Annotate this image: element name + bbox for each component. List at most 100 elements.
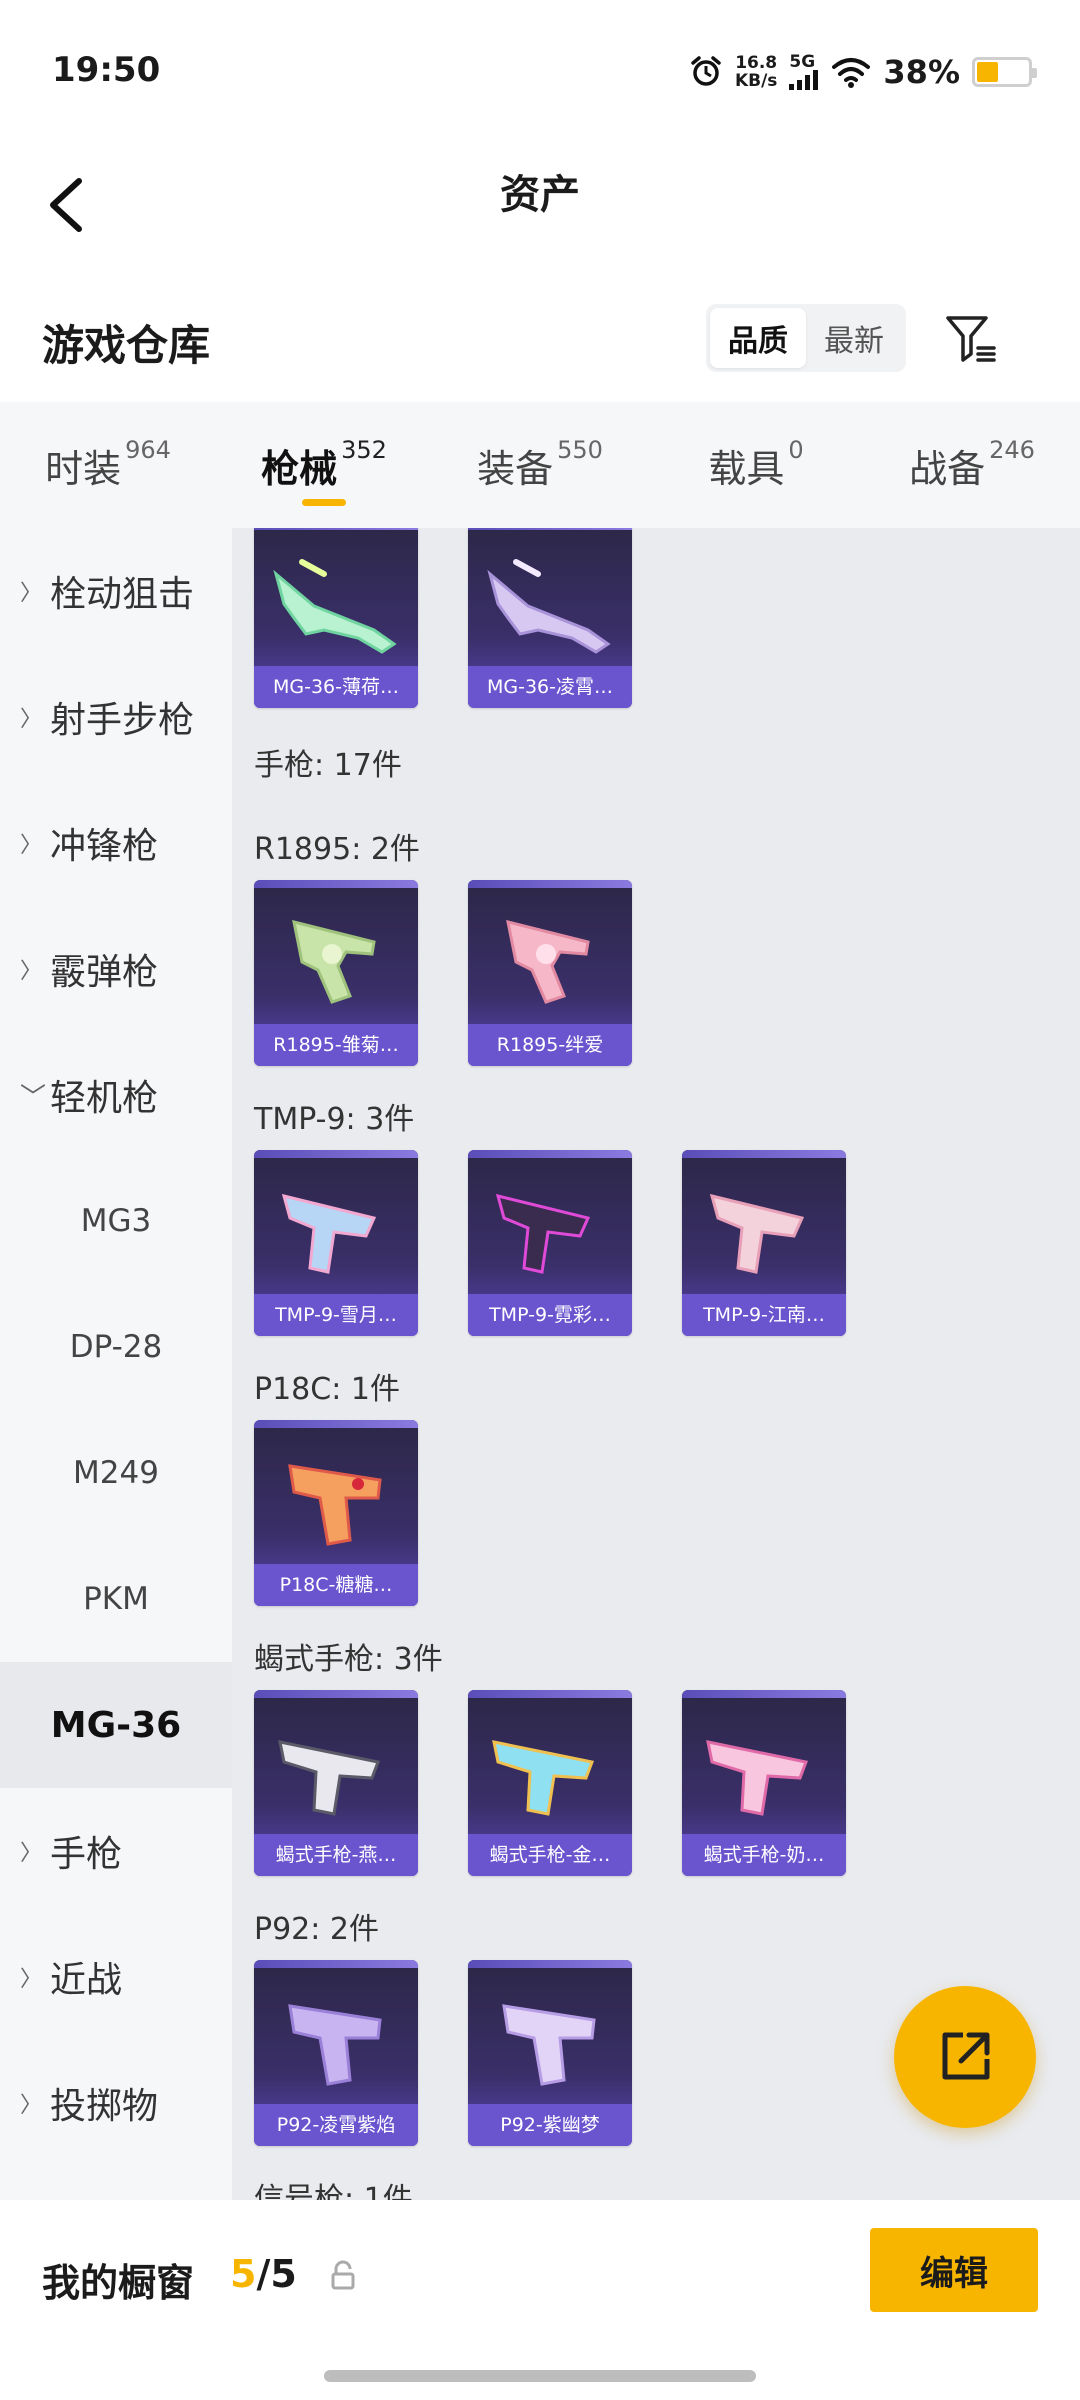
revolver-skin-image bbox=[292, 919, 376, 1004]
sidebar-item-bolt-action-sniper[interactable]: 〉 栓动狙击 bbox=[0, 528, 232, 654]
item-name: P92-凌霄紫焰 bbox=[254, 2104, 418, 2146]
sidebar-item-label: 投掷物 bbox=[50, 2086, 159, 2127]
chevron-right-icon: 〉 bbox=[20, 959, 43, 984]
tab-label: 载具 bbox=[708, 447, 785, 491]
chevron-right-icon: 〉 bbox=[20, 833, 43, 858]
item-card[interactable]: P92-凌霄紫焰 bbox=[254, 1960, 418, 2146]
tab-count: 964 bbox=[125, 436, 171, 464]
share-button[interactable] bbox=[894, 1986, 1036, 2128]
filter-button[interactable] bbox=[942, 310, 1000, 368]
sort-toggle: 品质 最新 bbox=[706, 304, 906, 372]
group-title: 信号枪: 1件 bbox=[254, 2182, 413, 2200]
sidebar-item-label: 近战 bbox=[50, 1960, 123, 2001]
item-card[interactable]: 蝎式手枪-燕… bbox=[254, 1690, 418, 1876]
sidebar-item-lmg[interactable]: ﹀ 轻机枪 bbox=[0, 1032, 232, 1158]
tab-vehicles[interactable]: 载具 0 bbox=[648, 402, 864, 528]
item-card[interactable]: P18C-糖糖… bbox=[254, 1420, 418, 1606]
sidebar-item-label: 手枪 bbox=[50, 1834, 123, 1875]
share-icon bbox=[942, 2032, 990, 2080]
sidebar-item-label: MG-36 bbox=[50, 1704, 182, 1746]
showcase-bar: 我的橱窗 5/5 编辑 bbox=[0, 2200, 1080, 2400]
battery-percent: 38% bbox=[883, 53, 960, 91]
edit-button[interactable]: 编辑 bbox=[870, 2228, 1038, 2312]
item-card[interactable]: MG-36-凌霄… bbox=[468, 528, 632, 708]
alarm-icon bbox=[691, 56, 721, 86]
sort-option-newest[interactable]: 最新 bbox=[806, 308, 902, 368]
net-speed-value: 16.8 bbox=[735, 53, 778, 73]
sidebar-item-label: 轻机枪 bbox=[50, 1078, 159, 1119]
showcase-current: 5 bbox=[230, 2252, 257, 2296]
battery-fill bbox=[977, 62, 998, 82]
battery-tip bbox=[1032, 68, 1037, 78]
lmg-skin-image bbox=[273, 559, 397, 654]
wifi-icon bbox=[832, 58, 871, 88]
battery-icon bbox=[972, 57, 1037, 87]
tab-firearms[interactable]: 枪械 352 bbox=[216, 402, 432, 528]
revolver-skin-image bbox=[506, 919, 590, 1004]
sidebar-subitem-m249[interactable]: M249 bbox=[0, 1410, 232, 1536]
status-icons: 16.8 KB/s 5G 38% bbox=[689, 48, 1037, 96]
item-card[interactable]: R1895-雏菊… bbox=[254, 880, 418, 1066]
sidebar-subitem-mg36[interactable]: MG-36 bbox=[0, 1662, 232, 1788]
tab-equipment[interactable]: 装备 550 bbox=[432, 402, 648, 528]
sidebar-item-pistol[interactable]: 〉 手枪 bbox=[0, 1788, 232, 1914]
item-name: 蝎式手枪-奶… bbox=[682, 1834, 846, 1876]
sidebar-item-label: M249 bbox=[73, 1455, 159, 1491]
smg-skin-image bbox=[281, 1193, 377, 1274]
chevron-right-icon: 〉 bbox=[20, 1841, 43, 1866]
sort-option-quality[interactable]: 品质 bbox=[710, 308, 806, 368]
category-tabs: 时装 964 枪械 352 装备 550 载具 0 战备 246 bbox=[0, 402, 1080, 528]
sidebar-item-shotgun[interactable]: 〉 霰弹枪 bbox=[0, 906, 232, 1032]
status-bar: 19:50 16.8 KB/s 5G 38% bbox=[0, 0, 1080, 140]
weapon-category-sidebar: 〉 栓动狙击 〉 射手步枪 〉 冲锋枪 〉 霰弹枪 ﹀ 轻机枪 MG3 DP-2… bbox=[0, 528, 232, 2200]
item-name: P92-紫幽梦 bbox=[468, 2104, 632, 2146]
nav-bar: 资产 bbox=[0, 140, 1080, 270]
sidebar-subitem-mg3[interactable]: MG3 bbox=[0, 1158, 232, 1284]
item-card[interactable]: 蝎式手枪-金… bbox=[468, 1690, 632, 1876]
sidebar-item-melee[interactable]: 〉 近战 bbox=[0, 1914, 232, 2040]
warehouse-title: 游戏仓库 bbox=[42, 321, 211, 370]
item-name: R1895-绊爱 bbox=[468, 1024, 632, 1066]
sidebar-item-label: MG3 bbox=[80, 1203, 152, 1239]
warehouse-header: 游戏仓库 品质 最新 bbox=[0, 290, 1080, 390]
sidebar-subitem-pkm[interactable]: PKM bbox=[0, 1536, 232, 1662]
item-name: 蝎式手枪-金… bbox=[468, 1834, 632, 1876]
item-card[interactable]: TMP-9-雪月… bbox=[254, 1150, 418, 1336]
inventory-grid: MG-36-薄荷… MG-36-凌霄… 手枪: 17件 R1895: 2件 R1… bbox=[232, 528, 1080, 2200]
home-indicator[interactable] bbox=[324, 2370, 756, 2382]
item-card[interactable]: MG-36-薄荷… bbox=[254, 528, 418, 708]
sidebar-item-label: DP-28 bbox=[69, 1329, 163, 1365]
filter-icon bbox=[946, 316, 996, 362]
smg-skin-image bbox=[495, 1193, 591, 1274]
item-card[interactable]: TMP-9-江南… bbox=[682, 1150, 846, 1336]
group-title: P92: 2件 bbox=[254, 1912, 379, 1947]
tab-label: 时装 bbox=[45, 447, 122, 491]
sidebar-item-throwable[interactable]: 〉 投掷物 bbox=[0, 2040, 232, 2166]
item-card[interactable]: TMP-9-霓彩… bbox=[468, 1150, 632, 1336]
sidebar-subitem-dp28[interactable]: DP-28 bbox=[0, 1284, 232, 1410]
item-card[interactable]: P92-紫幽梦 bbox=[468, 1960, 632, 2146]
smg-skin-image bbox=[706, 1740, 809, 1816]
smg-skin-image bbox=[278, 1740, 381, 1816]
pistol-skin-image bbox=[502, 2004, 596, 2086]
group-title: P18C: 1件 bbox=[254, 1372, 400, 1407]
item-card[interactable]: R1895-绊爱 bbox=[468, 880, 632, 1066]
tab-label: 枪械 bbox=[261, 447, 338, 491]
chevron-down-icon: ﹀ bbox=[20, 1082, 47, 1113]
showcase-total: /5 bbox=[256, 2252, 297, 2296]
item-name: TMP-9-霓彩… bbox=[468, 1294, 632, 1336]
item-name: TMP-9-江南… bbox=[682, 1294, 846, 1336]
chevron-right-icon: 〉 bbox=[20, 707, 43, 732]
sidebar-item-label: 栓动狙击 bbox=[50, 574, 195, 615]
smg-skin-image bbox=[492, 1740, 595, 1816]
sidebar-item-label: 冲锋枪 bbox=[50, 826, 159, 867]
active-tab-indicator bbox=[302, 499, 346, 506]
sidebar-item-smg[interactable]: 〉 冲锋枪 bbox=[0, 780, 232, 906]
tab-combat-gear[interactable]: 战备 246 bbox=[864, 402, 1080, 528]
tab-fashion[interactable]: 时装 964 bbox=[0, 402, 216, 528]
cell-signal-icon bbox=[789, 70, 819, 90]
page-title: 资产 bbox=[500, 172, 580, 218]
sidebar-item-marksman-rifle[interactable]: 〉 射手步枪 bbox=[0, 654, 232, 780]
item-card[interactable]: 蝎式手枪-奶… bbox=[682, 1690, 846, 1876]
smg-skin-image bbox=[709, 1193, 805, 1274]
